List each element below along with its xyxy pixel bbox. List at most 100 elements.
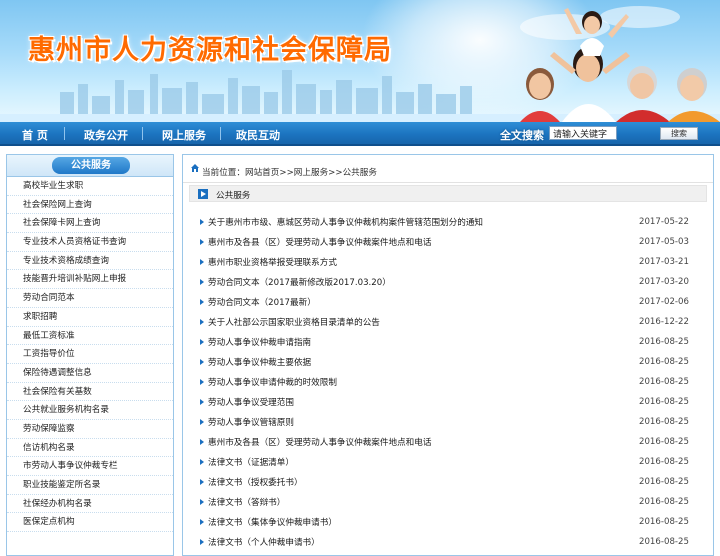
article-link[interactable]: 关于惠州市市级、惠城区劳动人事争议仲裁机构案件管辖范围划分的通知 <box>208 216 483 228</box>
breadcrumb-public-services-link[interactable]: 公共服务 <box>343 168 377 178</box>
search-input[interactable] <box>549 126 617 140</box>
article-link[interactable]: 劳动人事争议受理范围 <box>208 396 294 408</box>
section-header: 公共服务 <box>189 185 707 202</box>
article-link[interactable]: 劳动人事争议申请仲裁的时效限制 <box>208 376 337 388</box>
breadcrumb-home-link[interactable]: 网站首页 <box>245 168 279 178</box>
article-date: 2016-08-25 <box>639 457 689 467</box>
breadcrumb-prefix: 当前位置： <box>202 168 245 178</box>
article-link[interactable]: 劳动人事争议仲裁主要依据 <box>208 356 311 368</box>
list-item: 劳动人事争议仲裁申请指南 2016-08-25 <box>183 333 713 353</box>
sidebar-item-social-insurance-query[interactable]: 社会保险网上查询 <box>7 196 173 215</box>
article-link[interactable]: 法律文书（证据清单） <box>208 456 294 468</box>
article-date: 2017-03-20 <box>639 277 689 287</box>
article-date: 2016-08-25 <box>639 517 689 527</box>
bullet-arrow-icon <box>200 219 204 225</box>
sidebar-title: 公共服务 <box>52 157 130 174</box>
breadcrumb-separator: >> <box>328 168 343 178</box>
nav-item-government-affairs[interactable]: 政务公开 <box>84 127 128 143</box>
sidebar-item-social-security-offices[interactable]: 社保经办机构名录 <box>7 495 173 514</box>
nav-item-home[interactable]: 首 页 <box>22 127 48 143</box>
sidebar-item-employment-agencies[interactable]: 公共就业服务机构名录 <box>7 401 173 420</box>
sidebar-item-graduate-jobs[interactable]: 高校毕业生求职 <box>7 177 173 196</box>
bullet-arrow-icon <box>200 259 204 265</box>
home-icon <box>191 164 199 172</box>
article-date: 2016-08-25 <box>639 497 689 507</box>
article-link[interactable]: 法律文书（授权委托书） <box>208 476 303 488</box>
article-date: 2017-03-21 <box>639 257 689 267</box>
section-title: 公共服务 <box>216 191 251 201</box>
arrow-right-icon <box>198 189 208 199</box>
article-date: 2016-08-25 <box>639 537 689 547</box>
article-link[interactable]: 法律文书（答辩书） <box>208 496 285 508</box>
list-item: 关于人社部公示国家职业资格目录清单的公告 2016-12-22 <box>183 313 713 333</box>
bullet-arrow-icon <box>200 459 204 465</box>
bullet-arrow-icon <box>200 279 204 285</box>
search-label: 全文搜索 <box>500 129 544 142</box>
list-item: 劳动人事争议受理范围 2016-08-25 <box>183 393 713 413</box>
article-link[interactable]: 关于人社部公示国家职业资格目录清单的公告 <box>208 316 380 328</box>
list-item: 劳动人事争议仲裁主要依据 2016-08-25 <box>183 353 713 373</box>
sidebar-item-social-security-card-query[interactable]: 社会保障卡网上查询 <box>7 214 173 234</box>
bullet-arrow-icon <box>200 319 204 325</box>
list-item: 劳动人事争议管辖原则 2016-08-25 <box>183 413 713 433</box>
article-link[interactable]: 惠州市及各县（区）受理劳动人事争议仲裁案件地点和电话 <box>208 236 431 248</box>
search-button[interactable]: 搜索 <box>660 127 698 140</box>
sidebar-item-wage-guidance[interactable]: 工资指导价位 <box>7 345 173 364</box>
article-list: 关于惠州市市级、惠城区劳动人事争议仲裁机构案件管辖范围划分的通知 2017-05-… <box>183 213 713 553</box>
article-link[interactable]: 法律文书（个人仲裁申请书） <box>208 536 320 548</box>
site-banner: 惠州市人力资源和社会保障局 <box>0 0 720 122</box>
family-photo <box>520 8 720 122</box>
sidebar-item-skill-appraisal[interactable]: 职业技能鉴定所名录 <box>7 476 173 495</box>
sidebar-item-labor-contract-template[interactable]: 劳动合同范本 <box>7 289 173 308</box>
list-item: 法律文书（集体争议仲裁申请书） 2016-08-25 <box>183 513 713 533</box>
sidebar-item-labor-inspection[interactable]: 劳动保障监察 <box>7 420 173 439</box>
list-item: 关于惠州市市级、惠城区劳动人事争议仲裁机构案件管辖范围划分的通知 2017-05-… <box>183 213 713 233</box>
nav-divider <box>220 127 221 140</box>
article-link[interactable]: 劳动合同文本（2017最新修改版2017.03.20） <box>208 276 391 288</box>
list-item: 法律文书（证据清单） 2016-08-25 <box>183 453 713 473</box>
article-link[interactable]: 劳动人事争议仲裁申请指南 <box>208 336 311 348</box>
bullet-arrow-icon <box>200 359 204 365</box>
bullet-arrow-icon <box>200 419 204 425</box>
article-link[interactable]: 劳动人事争议管辖原则 <box>208 416 294 428</box>
article-link[interactable]: 惠州市及各县（区）受理劳动人事争议仲裁案件地点和电话 <box>208 436 431 448</box>
nav-divider <box>64 127 65 140</box>
article-date: 2016-08-25 <box>639 397 689 407</box>
breadcrumb: 当前位置：网站首页>>网上服务>>公共服务 <box>202 166 377 178</box>
sidebar-item-training-subsidy-application[interactable]: 技能晋升培训补贴网上申报 <box>7 270 173 290</box>
sidebar-item-insurance-adjustment[interactable]: 保险待遇调整信息 <box>7 364 173 383</box>
sidebar-item-minimum-wage[interactable]: 最低工资标准 <box>7 327 173 346</box>
site-title: 惠州市人力资源和社会保障局 <box>28 35 392 66</box>
list-item: 惠州市及各县（区）受理劳动人事争议仲裁案件地点和电话 2016-08-25 <box>183 433 713 453</box>
breadcrumb-bar: 当前位置：网站首页>>网上服务>>公共服务 <box>183 155 713 183</box>
article-link[interactable]: 劳动合同文本（2017最新） <box>208 296 316 308</box>
sidebar-header: 公共服务 <box>7 155 173 177</box>
sidebar-item-arbitration-column[interactable]: 市劳动人事争议仲裁专栏 <box>7 457 173 476</box>
sidebar-item-medical-insurance-institutions[interactable]: 医保定点机构 <box>7 513 173 533</box>
article-link[interactable]: 法律文书（集体争议仲裁申请书） <box>208 516 337 528</box>
article-date: 2016-08-25 <box>639 377 689 387</box>
article-date: 2016-08-25 <box>639 337 689 347</box>
nav-item-online-services[interactable]: 网上服务 <box>162 127 206 143</box>
article-date: 2017-02-06 <box>639 297 689 307</box>
article-date: 2016-08-25 <box>639 417 689 427</box>
list-item: 惠州市职业资格举报受理联系方式 2017-03-21 <box>183 253 713 273</box>
sidebar-item-qualification-certificate-query[interactable]: 专业技术人员资格证书查询 <box>7 233 173 252</box>
sidebar-list: 高校毕业生求职 社会保险网上查询 社会保障卡网上查询 专业技术人员资格证书查询 … <box>7 177 173 533</box>
nav-divider <box>142 127 143 140</box>
list-item: 惠州市及各县（区）受理劳动人事争议仲裁案件地点和电话 2017-05-03 <box>183 233 713 253</box>
nav-item-public-interaction[interactable]: 政民互动 <box>236 127 280 143</box>
list-item: 法律文书（个人仲裁申请书） 2016-08-25 <box>183 533 713 553</box>
breadcrumb-online-services-link[interactable]: 网上服务 <box>294 168 328 178</box>
list-item: 劳动合同文本（2017最新修改版2017.03.20） 2017-03-20 <box>183 273 713 293</box>
breadcrumb-separator: >> <box>279 168 294 178</box>
article-date: 2016-12-22 <box>639 317 689 327</box>
bullet-arrow-icon <box>200 399 204 405</box>
sidebar-item-petition-agencies[interactable]: 信访机构名录 <box>7 439 173 458</box>
sidebar-item-job-recruitment[interactable]: 求职招聘 <box>7 308 173 327</box>
main-content: 当前位置：网站首页>>网上服务>>公共服务 公共服务 关于惠州市市级、惠城区劳动… <box>182 154 714 556</box>
article-date: 2017-05-03 <box>639 237 689 247</box>
sidebar-item-insurance-base[interactable]: 社会保险有关基数 <box>7 383 173 402</box>
sidebar-item-qualification-score-query[interactable]: 专业技术资格成绩查询 <box>7 252 173 271</box>
article-link[interactable]: 惠州市职业资格举报受理联系方式 <box>208 256 337 268</box>
